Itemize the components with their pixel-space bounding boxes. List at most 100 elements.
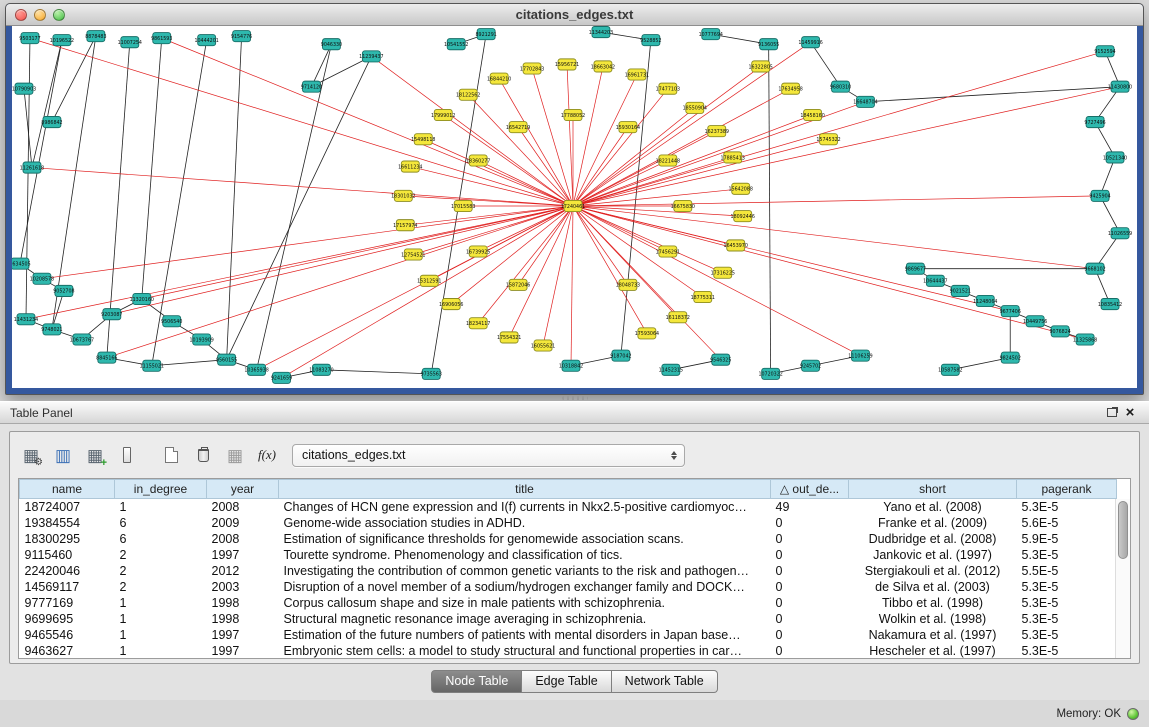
graph-node[interactable]: 18663042: [591, 61, 615, 72]
table-cell[interactable]: 1: [115, 627, 207, 643]
graph-node[interactable]: 10835412: [1098, 299, 1122, 310]
graph-node[interactable]: 11344203: [589, 27, 613, 38]
tab-edge-table[interactable]: Edge Table: [522, 670, 611, 693]
graph-node[interactable]: 9021521: [950, 285, 971, 296]
graph-node[interactable]: 17015583: [451, 200, 475, 211]
graph-node[interactable]: 11083270: [309, 364, 333, 375]
table-cell[interactable]: 9699695: [20, 611, 115, 627]
add-column-button[interactable]: ▦ +: [82, 442, 108, 468]
import-table-button[interactable]: ▦: [222, 442, 248, 468]
table-cell[interactable]: 9777169: [20, 595, 115, 611]
table-cell[interactable]: Corpus callosum shape and size in male p…: [279, 595, 771, 611]
graph-node[interactable]: 8921291: [476, 29, 497, 40]
table-cell[interactable]: Tibbo et al. (1998): [849, 595, 1017, 611]
graph-node[interactable]: 15930164: [616, 122, 640, 133]
graph-node[interactable]: 16542719: [506, 122, 530, 133]
new-table-button[interactable]: [158, 442, 184, 468]
float-panel-button[interactable]: [1103, 405, 1121, 421]
graph-node[interactable]: 9241659: [271, 372, 292, 383]
graph-node[interactable]: 11452315: [659, 364, 683, 375]
graph-node[interactable]: 9528852: [640, 35, 661, 46]
graph-node[interactable]: 10673767: [70, 334, 94, 345]
table-cell[interactable]: 1998: [207, 611, 279, 627]
scrollbar-thumb[interactable]: [1118, 501, 1128, 559]
graph-node[interactable]: 9154776: [231, 31, 252, 42]
graph-node[interactable]: 10318842: [559, 360, 583, 371]
table-cell[interactable]: 14569117: [20, 579, 115, 595]
graph-node[interactable]: 11459916: [798, 37, 822, 48]
show-columns-button[interactable]: ▥: [50, 442, 76, 468]
table-cell[interactable]: Wolkin et al. (1998): [849, 611, 1017, 627]
column-header-2[interactable]: year: [207, 480, 279, 499]
table-settings-button[interactable]: ▦ ⚙: [18, 442, 44, 468]
graph-node[interactable]: 17554321: [497, 332, 521, 343]
table-row[interactable]: 1938455462009Genome-wide association stu…: [20, 515, 1117, 531]
graph-node[interactable]: 18458160: [800, 109, 824, 120]
table-cell[interactable]: 18724007: [20, 499, 115, 515]
column-header-0[interactable]: name: [20, 480, 115, 499]
column-header-4[interactable]: △ out_de...: [771, 480, 849, 499]
graph-node[interactable]: 9748021: [41, 324, 62, 335]
graph-node[interactable]: 9714120: [301, 81, 322, 92]
graph-node[interactable]: 16961731: [625, 69, 649, 80]
table-cell[interactable]: 2012: [207, 563, 279, 579]
table-cell[interactable]: 0: [771, 627, 849, 643]
graph-node[interactable]: 18234117: [466, 318, 490, 329]
table-cell[interactable]: 1: [115, 611, 207, 627]
table-cell[interactable]: 0: [771, 595, 849, 611]
table-cell[interactable]: 1997: [207, 643, 279, 659]
graph-node[interactable]: 10777694: [699, 29, 723, 40]
minimize-window-button[interactable]: [34, 9, 46, 21]
graph-node[interactable]: 18775311: [691, 291, 715, 302]
graph-node[interactable]: 10449756: [1023, 316, 1047, 327]
window-titlebar[interactable]: citations_edges.txt: [6, 4, 1143, 26]
graph-node[interactable]: 11431234: [14, 314, 38, 325]
graph-node[interactable]: 17593064: [635, 328, 659, 339]
table-cell[interactable]: 6: [115, 515, 207, 531]
graph-node[interactable]: 8845166: [96, 352, 117, 363]
table-cell[interactable]: 49: [771, 499, 849, 515]
graph-node[interactable]: 9727496: [1084, 117, 1105, 128]
graph-node[interactable]: 9680310: [830, 81, 851, 92]
graph-node[interactable]: 18550904: [683, 102, 707, 113]
network-graph[interactable]: 1724046116055621175543211823411716906056…: [12, 26, 1137, 388]
table-cell[interactable]: Tourette syndrome. Phenomenology and cla…: [279, 547, 771, 563]
table-row[interactable]: 1830029562008Estimation of significance …: [20, 531, 1117, 547]
table-cell[interactable]: Embryonic stem cells: a model to study s…: [279, 643, 771, 659]
table-row[interactable]: 946362711997Embryonic stem cells: a mode…: [20, 643, 1117, 659]
graph-node[interactable]: 17157974: [393, 220, 417, 231]
table-cell[interactable]: 0: [771, 579, 849, 595]
graph-node[interactable]: 17456291: [656, 246, 680, 257]
table-cell[interactable]: 5.3E-5: [1017, 643, 1117, 659]
graph-node[interactable]: 11239437: [359, 51, 383, 62]
table-cell[interactable]: 5.6E-5: [1017, 515, 1117, 531]
table-cell[interactable]: 2: [115, 579, 207, 595]
column-header-3[interactable]: title: [279, 480, 771, 499]
table-cell[interactable]: Genome-wide association studies in ADHD.: [279, 515, 771, 531]
table-mode-button[interactable]: [114, 442, 140, 468]
graph-node[interactable]: 9046330: [321, 39, 342, 50]
table-cell[interactable]: 2: [115, 563, 207, 579]
table-cell[interactable]: 18300295: [20, 531, 115, 547]
graph-node[interactable]: 9506540: [161, 316, 182, 327]
table-cell[interactable]: Stergiakouli et al. (2012): [849, 563, 1017, 579]
graph-node[interactable]: 8986842: [41, 117, 62, 128]
graph-node[interactable]: 9187042: [610, 350, 631, 361]
table-cell[interactable]: Hescheler et al. (1997): [849, 643, 1017, 659]
table-cell[interactable]: Estimation of the future numbers of pati…: [279, 627, 771, 643]
table-cell[interactable]: 2008: [207, 531, 279, 547]
graph-node[interactable]: 16055621: [531, 340, 555, 351]
graph-node[interactable]: 9560155: [216, 354, 237, 365]
graph-node[interactable]: 16611234: [398, 161, 422, 172]
close-window-button[interactable]: [15, 9, 27, 21]
table-cell[interactable]: 1997: [207, 547, 279, 563]
graph-node[interactable]: 15872046: [506, 279, 530, 290]
table-cell[interactable]: 2009: [207, 515, 279, 531]
graph-node[interactable]: 15312591: [417, 275, 441, 286]
table-cell[interactable]: 5.3E-5: [1017, 579, 1117, 595]
table-cell[interactable]: 6: [115, 531, 207, 547]
network-canvas[interactable]: 1724046116055621175543211823411716906056…: [12, 26, 1137, 388]
delete-table-button[interactable]: [190, 442, 216, 468]
graph-node[interactable]: 16906056: [439, 299, 463, 310]
graph-node[interactable]: 10541552: [444, 39, 468, 50]
